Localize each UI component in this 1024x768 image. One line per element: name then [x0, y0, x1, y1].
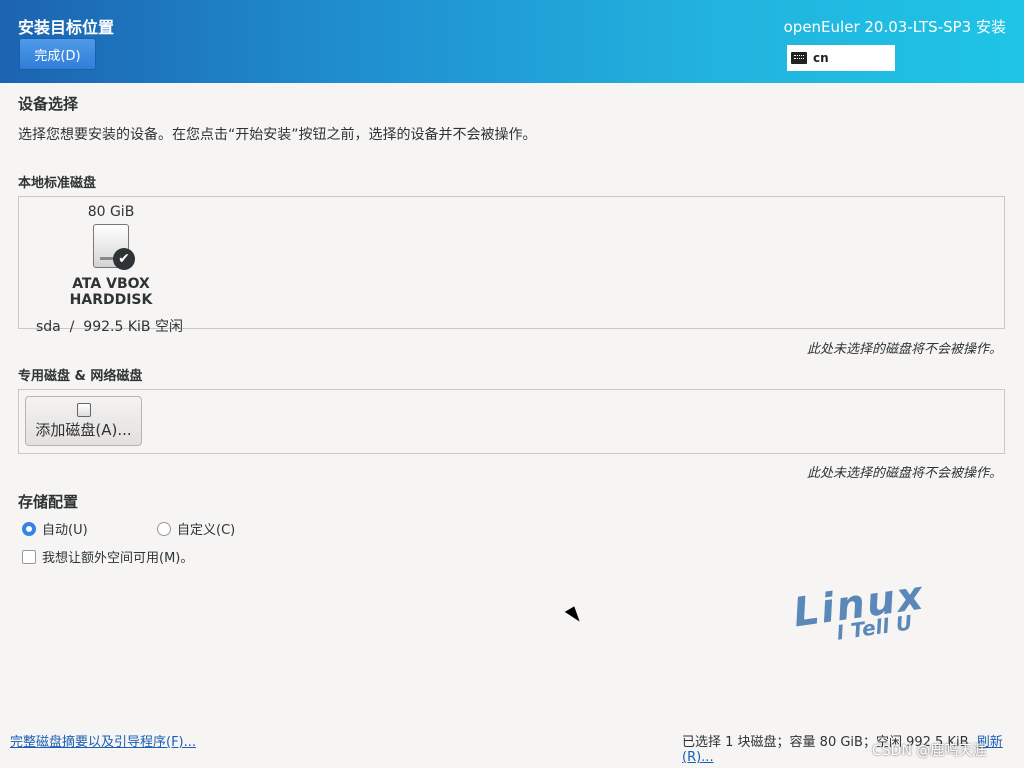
done-button[interactable]: 完成(D) — [19, 38, 96, 70]
storage-config-heading: 存储配置 — [18, 493, 79, 511]
header-bar: 安装目标位置 完成(D) openEuler 20.03-LTS-SP3 安装 … — [0, 0, 1024, 83]
disk-summary-link[interactable]: 完整磁盘摘要以及引导程序(F)... — [10, 731, 196, 750]
radio-selected-icon — [22, 521, 36, 536]
radio-unselected-icon — [157, 521, 171, 536]
add-disk-label: 添加磁盘(A)... — [35, 421, 132, 439]
device-selection-description: 选择您想要安装的设备。在您点击“开始安装”按钮之前，选择的设备并不会被操作。 — [18, 127, 537, 143]
auto-partition-radio[interactable]: 自动(U) — [22, 519, 88, 538]
special-disks-hint: 此处未选择的磁盘将不会被操作。 — [806, 466, 1002, 481]
watermark-text: CSDN @鹿鸣天涯 — [872, 743, 987, 759]
disk-device: sda — [36, 319, 61, 335]
special-disks-panel — [18, 389, 1005, 454]
extra-space-checkbox[interactable]: 我想让额外空间可用(M)。 — [22, 547, 193, 566]
auto-partition-label: 自动(U) — [42, 523, 88, 538]
disk-sda[interactable]: 80 GiB ✔ ATA VBOX HARDDISK sda / 992.5 K… — [30, 200, 192, 335]
linux-itellu-logo: Linux I Tell U — [790, 572, 928, 645]
disk-info: sda / 992.5 KiB 空闲 — [30, 316, 192, 336]
keyboard-layout-label: cn — [813, 51, 829, 65]
local-disks-heading: 本地标准磁盘 — [18, 176, 97, 191]
page-title: 安装目标位置 — [18, 18, 115, 37]
disk-size: 80 GiB — [87, 204, 135, 220]
product-title: openEuler 20.03-LTS-SP3 安装 — [783, 18, 1006, 36]
disk-small-icon — [76, 403, 91, 417]
disk-free: 992.5 KiB 空闲 — [83, 319, 183, 335]
mouse-cursor-icon — [564, 606, 583, 626]
extra-space-label: 我想让额外空间可用(M)。 — [42, 551, 194, 566]
custom-partition-label: 自定义(C) — [177, 523, 236, 538]
harddisk-icon: ✔ — [93, 224, 135, 270]
add-disk-button[interactable]: 添加磁盘(A)... — [25, 396, 142, 446]
keyboard-layout-indicator[interactable]: cn — [787, 45, 895, 71]
special-disks-heading: 专用磁盘 & 网络磁盘 — [18, 369, 143, 384]
checkbox-icon — [22, 549, 36, 564]
disk-separator: / — [69, 319, 75, 335]
device-selection-heading: 设备选择 — [18, 95, 79, 113]
local-disks-hint: 此处未选择的磁盘将不会被操作。 — [806, 342, 1002, 357]
keyboard-icon — [791, 52, 807, 64]
disk-name: ATA VBOX HARDDISK — [69, 276, 153, 308]
custom-partition-radio[interactable]: 自定义(C) — [157, 519, 235, 538]
checkmark-icon: ✔ — [113, 248, 135, 270]
